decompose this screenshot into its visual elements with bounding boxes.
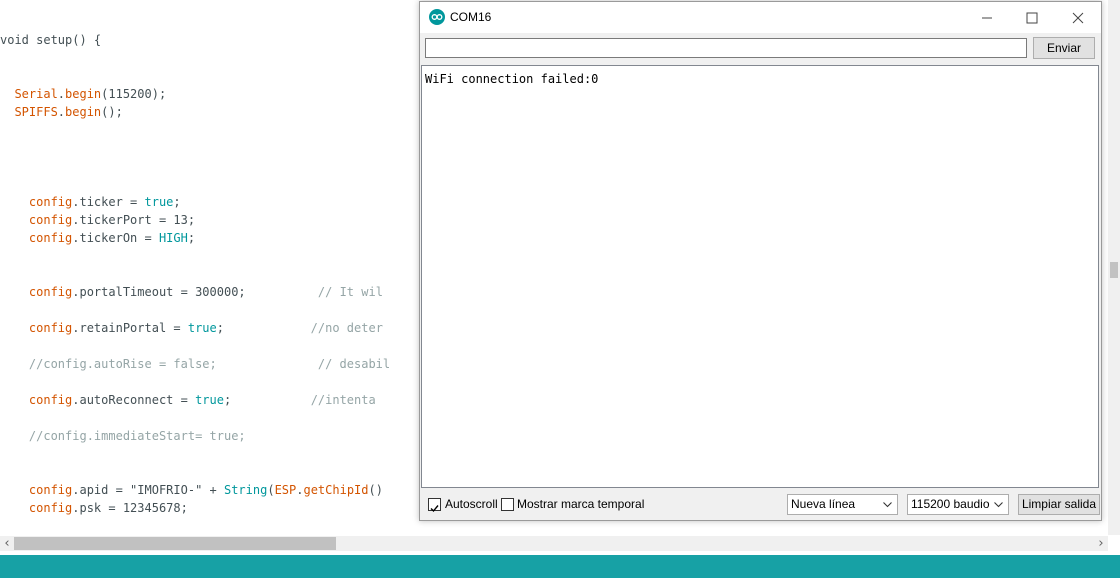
code-token: config <box>0 213 73 227</box>
scroll-left-icon[interactable]: ‹ <box>0 536 14 551</box>
code-token: SPIFFS <box>0 105 58 119</box>
code-token: .apid = "IMOFRIO-" + <box>72 483 224 497</box>
ide-status-bar <box>0 555 1120 578</box>
code-token: true <box>187 321 217 335</box>
close-icon <box>1072 12 1084 24</box>
code-token: begin <box>65 87 102 101</box>
code-token: . <box>57 87 66 101</box>
code-token: . <box>57 105 66 119</box>
code-token: .retainPortal = <box>72 321 188 335</box>
code-token: config <box>0 483 73 497</box>
code-token: (); <box>101 105 123 119</box>
line-ending-select[interactable]: Nueva línea <box>787 494 898 515</box>
send-input[interactable] <box>425 38 1027 58</box>
code-line: config.psk = 12345678; <box>0 499 188 517</box>
horizontal-scroll-thumb[interactable] <box>14 537 336 550</box>
scroll-right-icon[interactable]: › <box>1094 536 1108 551</box>
window-title: COM16 <box>450 10 492 24</box>
code-line: config.apid = "IMOFRIO-" + String(ESP.ge… <box>0 481 383 499</box>
send-button[interactable]: Enviar <box>1033 37 1095 59</box>
baud-rate-select[interactable]: 115200 baudio <box>907 494 1009 515</box>
code-token: ESP <box>274 483 297 497</box>
code-token: //config.immediateStart= true; <box>0 429 246 443</box>
code-token: //config.autoRise = false; // desabil <box>0 357 391 371</box>
line-ending-value: Nueva línea <box>791 497 856 511</box>
code-token: //no deter <box>310 321 383 335</box>
code-token: true <box>195 393 224 407</box>
code-line: SPIFFS.begin(); <box>0 103 123 121</box>
code-token: ( <box>267 483 275 497</box>
code-line: void setup() { <box>0 31 101 49</box>
code-token: .autoReconnect = <box>72 393 196 407</box>
autoscroll-label: Autoscroll <box>445 497 498 511</box>
window-titlebar[interactable]: COM16 <box>420 2 1101 33</box>
code-token: .portalTimeout = 300000; <box>72 285 318 299</box>
code-token: getChipId <box>303 483 369 497</box>
code-token: .tickerOn = <box>72 231 159 245</box>
serial-monitor-options-bar: Autoscroll Mostrar marca temporal Nueva … <box>420 492 1101 518</box>
chevron-down-icon <box>994 502 1003 508</box>
code-token: HIGH <box>158 231 188 245</box>
code-token: .psk = 12345678; <box>72 501 188 515</box>
code-line: config.tickerPort = 13; <box>0 211 195 229</box>
code-token: ; <box>187 231 196 245</box>
autoscroll-checkbox[interactable] <box>428 498 441 513</box>
editor-vertical-scrollbar[interactable] <box>1108 0 1120 535</box>
baud-rate-value: 115200 baudio <box>911 497 990 511</box>
code-line: //config.immediateStart= true; <box>0 427 246 445</box>
code-line: //config.autoRise = false; // desabil <box>0 355 390 373</box>
code-token: () <box>368 483 383 497</box>
code-token: config <box>0 321 73 335</box>
minimize-icon <box>982 17 992 19</box>
code-line: config.portalTimeout = 300000; // It wil <box>0 283 383 301</box>
code-token: // It wil <box>317 285 383 299</box>
minimize-button[interactable] <box>964 2 1010 33</box>
code-token: void setup() { <box>0 33 102 47</box>
code-token: config <box>0 195 73 209</box>
code-line: Serial.begin(115200); <box>0 85 166 103</box>
editor-horizontal-scrollbar[interactable]: ‹ › <box>0 536 1108 551</box>
code-token: (115200); <box>101 87 167 101</box>
chevron-down-icon <box>883 502 892 508</box>
maximize-button[interactable] <box>1009 2 1055 33</box>
code-token: config <box>0 501 73 515</box>
code-token: config <box>0 393 73 407</box>
arduino-logo-icon <box>429 9 445 25</box>
vertical-scroll-thumb[interactable] <box>1110 262 1118 278</box>
code-line: config.retainPortal = true; //no deter <box>0 319 383 337</box>
clear-output-button[interactable]: Limpiar salida <box>1018 494 1100 515</box>
code-token: .tickerPort = 13; <box>72 213 196 227</box>
code-token: ; <box>223 393 311 407</box>
code-token: config <box>0 231 73 245</box>
code-token: config <box>0 285 73 299</box>
code-token: ; <box>216 321 311 335</box>
code-token: Serial <box>0 87 58 101</box>
serial-monitor-window: COM16 Enviar WiFi connection failed:0 Au… <box>419 1 1102 521</box>
code-token: true <box>144 195 174 209</box>
checkmark-icon <box>430 505 439 513</box>
show-timestamp-label: Mostrar marca temporal <box>517 497 645 511</box>
code-line: config.ticker = true; <box>0 193 181 211</box>
code-token: String <box>223 483 268 497</box>
code-token: .ticker = <box>72 195 145 209</box>
serial-output-text: WiFi connection failed:0 <box>425 72 599 86</box>
code-line: config.tickerOn = HIGH; <box>0 229 195 247</box>
code-line: config.autoReconnect = true; //intenta <box>0 391 376 409</box>
close-button[interactable] <box>1055 2 1101 33</box>
code-token: ; <box>173 195 181 209</box>
maximize-icon <box>1026 12 1038 24</box>
serial-output-area[interactable]: WiFi connection failed:0 <box>421 65 1099 488</box>
code-token: //intenta <box>310 393 376 407</box>
show-timestamp-checkbox[interactable] <box>501 498 514 511</box>
code-token: begin <box>65 105 102 119</box>
